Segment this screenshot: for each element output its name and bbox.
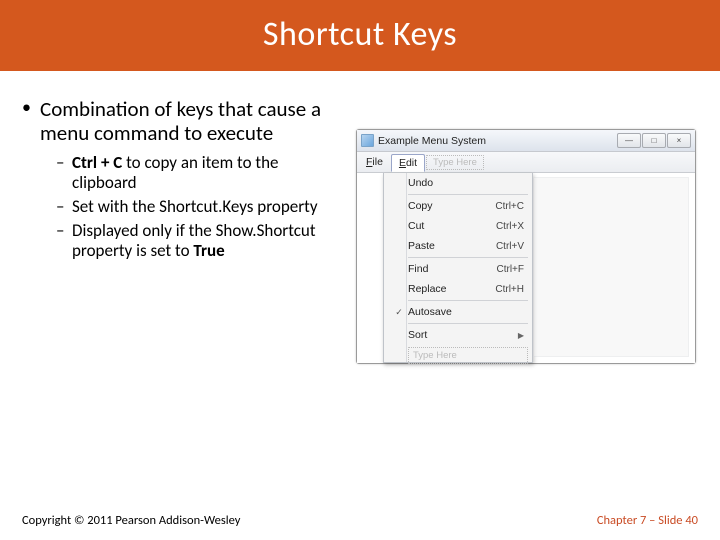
bullet-column: • Combination of keys that cause a menu … bbox=[22, 97, 342, 364]
menu-item-paste[interactable]: PasteCtrl+V bbox=[384, 236, 532, 256]
sub3-bold: True bbox=[193, 240, 224, 261]
screenshot-column: Example Menu System — □ × File Edit Type… bbox=[342, 97, 698, 364]
sub-bullet-2: – Set with the Shortcut.​Keys property bbox=[56, 197, 342, 217]
page-number: Chapter 7 – Slide 40 bbox=[597, 513, 698, 528]
window-buttons: — □ × bbox=[617, 133, 691, 148]
close-button[interactable]: × bbox=[667, 133, 691, 148]
sub2-bold: Shortcut.​Keys property bbox=[159, 196, 317, 217]
check-icon: ✓ bbox=[390, 307, 408, 318]
dash-icon: – bbox=[56, 197, 72, 217]
menu-item-copy[interactable]: CopyCtrl+C bbox=[384, 196, 532, 216]
menubar: File Edit Type Here bbox=[357, 152, 695, 173]
menu-item-find[interactable]: FindCtrl+F bbox=[384, 259, 532, 279]
sub2-pre: Set with the bbox=[72, 196, 159, 217]
copyright-text: Copyright © 2011 Pearson Addison-Wesley bbox=[22, 513, 240, 528]
menu-item-autosave[interactable]: ✓Autosave bbox=[384, 302, 532, 322]
main-bullet-text: Combination of keys that cause a menu co… bbox=[40, 97, 342, 145]
sub-bullet-list: – Ctrl + C to copy an item to the clipbo… bbox=[56, 153, 342, 261]
submenu-arrow-icon: ▶ bbox=[518, 331, 524, 340]
menu-item-sort[interactable]: Sort▶ bbox=[384, 325, 532, 345]
sub-bullet-3: – Displayed only if the Show.​Shortcut p… bbox=[56, 221, 342, 261]
window-titlebar: Example Menu System — □ × bbox=[357, 130, 695, 152]
content-area: • Combination of keys that cause a menu … bbox=[0, 71, 720, 364]
window-app-icon bbox=[361, 134, 374, 147]
slide-footer: Copyright © 2011 Pearson Addison-Wesley … bbox=[22, 513, 698, 528]
menu-item-replace[interactable]: ReplaceCtrl+H bbox=[384, 279, 532, 299]
ctrl-c-label: Ctrl + C bbox=[72, 152, 122, 173]
sub3-post: is set to bbox=[132, 240, 193, 261]
window-client-area: Undo CopyCtrl+C CutCtrl+X PasteCtrl+V Fi… bbox=[357, 173, 695, 363]
dash-icon: – bbox=[56, 153, 72, 193]
minimize-button[interactable]: — bbox=[617, 133, 641, 148]
menu-item-undo[interactable]: Undo bbox=[384, 173, 532, 193]
menu-separator bbox=[408, 300, 528, 301]
edit-dropdown-menu: Undo CopyCtrl+C CutCtrl+X PasteCtrl+V Fi… bbox=[383, 173, 533, 363]
menu-separator bbox=[408, 194, 528, 195]
menu-item-cut[interactable]: CutCtrl+X bbox=[384, 216, 532, 236]
window-title-text: Example Menu System bbox=[378, 135, 617, 147]
maximize-button[interactable]: □ bbox=[642, 133, 666, 148]
slide-title: Shortcut Keys bbox=[0, 0, 720, 71]
menu-separator bbox=[408, 323, 528, 324]
main-bullet: • Combination of keys that cause a menu … bbox=[22, 97, 342, 145]
menu-typehere-placeholder[interactable]: Type Here bbox=[408, 347, 528, 364]
menu-edit[interactable]: Edit bbox=[391, 154, 425, 172]
window-body-background bbox=[533, 177, 689, 357]
sub-bullet-1: – Ctrl + C to copy an item to the clipbo… bbox=[56, 153, 342, 193]
menu-file[interactable]: File bbox=[359, 154, 390, 170]
menu-separator bbox=[408, 257, 528, 258]
example-window: Example Menu System — □ × File Edit Type… bbox=[356, 129, 696, 364]
sub3-pre: Displayed only if the bbox=[72, 220, 216, 241]
bullet-dot: • bbox=[22, 97, 40, 145]
menu-typehere-placeholder[interactable]: Type Here bbox=[426, 155, 484, 170]
dash-icon: – bbox=[56, 221, 72, 261]
